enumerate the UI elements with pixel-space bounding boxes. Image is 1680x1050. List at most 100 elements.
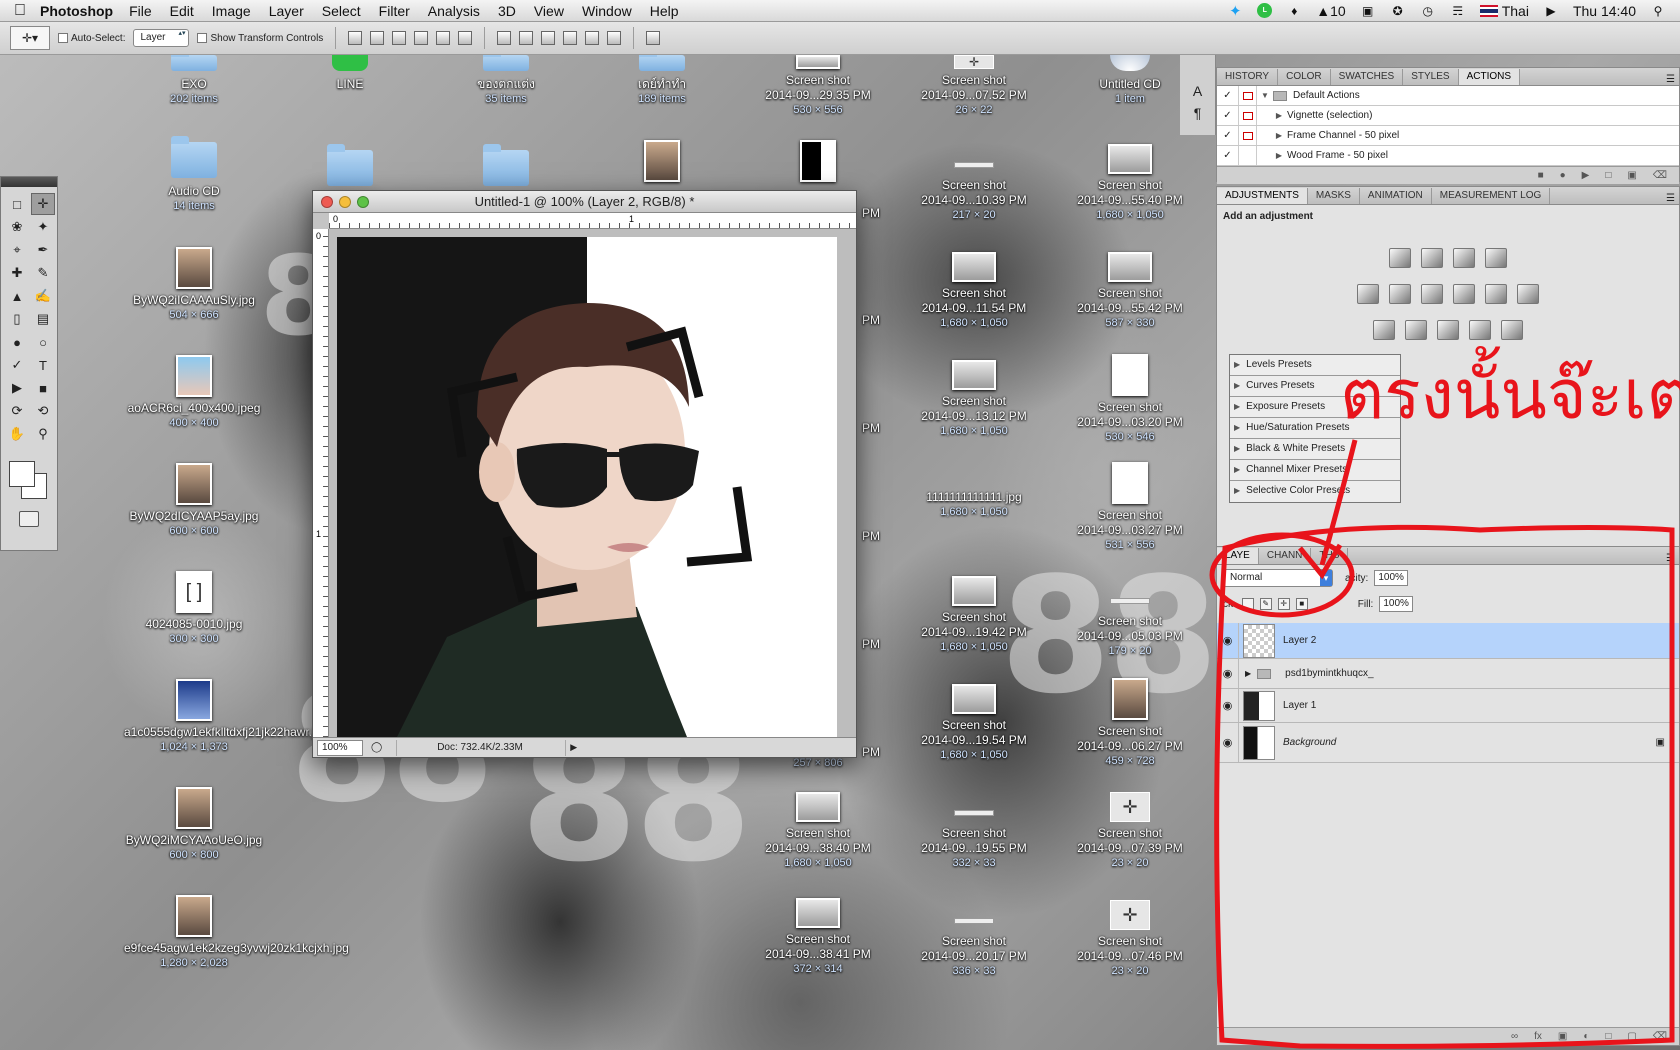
- vertical-ruler[interactable]: 0 1: [313, 229, 329, 737]
- document-size-info[interactable]: Doc: 732.4K/2.33M: [396, 739, 567, 756]
- notification-bell-icon[interactable]: ♦: [1286, 4, 1302, 18]
- preset-item[interactable]: ▶ Curves Presets: [1230, 376, 1400, 397]
- volume-icon[interactable]: ▶: [1543, 4, 1559, 18]
- distribute-left-icon[interactable]: [563, 31, 578, 45]
- desktop-icon-screenshot[interactable]: Screen shot 2014-09...13.12 PM 1,680 × 1,0…: [904, 360, 1044, 439]
- gradient-map-icon[interactable]: [1469, 320, 1491, 340]
- curves-icon[interactable]: [1453, 248, 1475, 268]
- new-group-icon[interactable]: □: [1605, 1031, 1611, 1042]
- app-menu[interactable]: Photoshop: [40, 3, 113, 19]
- hue-saturation-icon[interactable]: [1389, 284, 1411, 304]
- tab-color[interactable]: COLOR: [1278, 69, 1331, 85]
- opacity-field[interactable]: 100%: [1374, 570, 1409, 586]
- distribute-hcenter-icon[interactable]: [585, 31, 600, 45]
- action-toggle-checkbox[interactable]: ✓: [1217, 86, 1239, 105]
- panel-menu-icon[interactable]: ☰: [1666, 74, 1679, 85]
- preset-item[interactable]: ▶ Exposure Presets: [1230, 397, 1400, 418]
- display-icon[interactable]: ▣: [1360, 4, 1376, 18]
- menu-image[interactable]: Image: [212, 3, 251, 19]
- desktop-icon-image-file[interactable]: a1c0555dgw1ekfklltdxfj21jk22hawr.jpg 1,02…: [124, 679, 328, 755]
- fill-field[interactable]: 100%: [1379, 596, 1414, 612]
- desktop-icon-folder[interactable]: [280, 144, 420, 192]
- trash-icon[interactable]: ⌫: [1653, 170, 1667, 181]
- brightness-contrast-icon[interactable]: [1389, 248, 1411, 268]
- desktop-icon-screenshot[interactable]: Screen shot 2014-09...19.54 PM 1,680 × 1,0…: [904, 684, 1044, 763]
- link-layers-icon[interactable]: ∞: [1511, 1031, 1518, 1042]
- status-menu-arrow-icon[interactable]: ▶: [570, 742, 577, 753]
- apple-menu-icon[interactable]: : [0, 2, 40, 20]
- lock-all-icon[interactable]: ■: [1295, 598, 1308, 610]
- align-right-icon[interactable]: [458, 31, 473, 45]
- tab-actions[interactable]: ACTIONS: [1458, 69, 1521, 85]
- preset-item[interactable]: ▶ Hue/Saturation Presets: [1230, 418, 1400, 439]
- menu-select[interactable]: Select: [322, 3, 361, 19]
- action-toggle-checkbox[interactable]: ✓: [1217, 106, 1239, 125]
- tab-measurement-log[interactable]: MEASUREMENT LOG: [1432, 188, 1551, 204]
- layer-row[interactable]: ◉ Layer 2: [1217, 623, 1679, 659]
- color-balance-icon[interactable]: [1421, 284, 1443, 304]
- spotlight-search-icon[interactable]: ⚲: [1650, 4, 1666, 18]
- desktop-icon-audio-cd[interactable]: Audio CD 14 items: [124, 136, 264, 214]
- new-set-icon[interactable]: □: [1605, 170, 1611, 181]
- menu-layer[interactable]: Layer: [269, 3, 304, 19]
- desktop-icon-photo[interactable]: [592, 140, 732, 186]
- action-row[interactable]: ✓ ▶ Frame Channel - 50 pixel: [1217, 126, 1679, 146]
- adjustment-layer-icon[interactable]: ◐: [1583, 1031, 1589, 1042]
- desktop-icon-exo[interactable]: EXO 202 items: [124, 49, 264, 107]
- lock-image-icon[interactable]: ✎: [1259, 598, 1272, 610]
- document-titlebar[interactable]: Untitled-1 @ 100% (Layer 2, RGB/8) *: [313, 191, 856, 213]
- align-left-icon[interactable]: [414, 31, 429, 45]
- pen-tool-icon[interactable]: ✓: [5, 354, 29, 376]
- quick-mask-icon[interactable]: [19, 511, 39, 527]
- desktop-icon-screenshot[interactable]: Screen shot 2014-09...11.54 PM 1,680 × 1,0…: [904, 252, 1044, 331]
- 3d-orbit-tool-icon[interactable]: ⟲: [31, 400, 55, 422]
- adobe-badge[interactable]: ▲10: [1316, 3, 1345, 19]
- desktop-icon-thai-folder[interactable]: เดย์ทำทำ 189 items: [592, 49, 732, 107]
- tool-preset-picker[interactable]: ✛ ▾: [10, 26, 50, 50]
- new-layer-icon[interactable]: ▢: [1627, 1031, 1636, 1042]
- desktop-icon-screenshot[interactable]: Screen shot 2014-09...29.35 PM 530 × 556: [748, 55, 888, 118]
- align-top-icon[interactable]: [348, 31, 363, 45]
- preset-item[interactable]: ▶ Selective Color Presets: [1230, 481, 1400, 502]
- foreground-color-swatch[interactable]: [9, 461, 35, 487]
- desktop-icon-screenshot[interactable]: Screen shot 2014-09...03.20 PM 530 × 546: [1060, 354, 1200, 445]
- time-machine-icon[interactable]: ◷: [1420, 4, 1436, 18]
- move-tool-icon[interactable]: ✛: [31, 193, 55, 215]
- record-icon[interactable]: ●: [1560, 170, 1566, 181]
- action-toggle-checkbox[interactable]: ✓: [1217, 146, 1239, 165]
- desktop-icon-image-file[interactable]: 1111111111111.jpg 1,680 × 1,050: [904, 490, 1044, 520]
- dialog-toggle[interactable]: [1239, 86, 1257, 105]
- invert-icon[interactable]: [1373, 320, 1395, 340]
- layer-row[interactable]: ◉ Layer 1: [1217, 689, 1679, 723]
- action-toggle-checkbox[interactable]: ✓: [1217, 126, 1239, 145]
- menu-window[interactable]: Window: [582, 3, 632, 19]
- desktop-icon-image-file[interactable]: ByWQ2iMCYAAoUeO.jpg 600 × 800: [124, 787, 264, 863]
- distribute-vcenter-icon[interactable]: [519, 31, 534, 45]
- rectangle-tool-icon[interactable]: ■: [31, 377, 55, 399]
- threshold-icon[interactable]: [1437, 320, 1459, 340]
- magic-wand-tool-icon[interactable]: ✦: [31, 216, 55, 238]
- desktop-icon-decor-folder[interactable]: ของตกแต่ง 35 items: [436, 49, 576, 107]
- layer-visibility-eye-icon[interactable]: ◉: [1217, 689, 1239, 722]
- menu-3d[interactable]: 3D: [498, 3, 516, 19]
- path-selection-tool-icon[interactable]: ▶: [5, 377, 29, 399]
- blend-mode-dropdown[interactable]: Normal: [1223, 569, 1333, 587]
- preset-item[interactable]: ▶ Levels Presets: [1230, 355, 1400, 376]
- type-tool-icon[interactable]: T: [31, 354, 55, 376]
- blur-tool-icon[interactable]: ●: [5, 331, 29, 353]
- desktop-icon-screenshot[interactable]: Screen shot 2014-09...20.17 PM 336 × 33: [904, 906, 1044, 979]
- posterize-icon[interactable]: [1405, 320, 1427, 340]
- tab-styles[interactable]: STYLES: [1403, 69, 1459, 85]
- clock[interactable]: Thu 14:40: [1573, 3, 1636, 19]
- minimize-window-icon[interactable]: [339, 195, 351, 208]
- tab-paths[interactable]: THS: [1311, 548, 1349, 564]
- layer-group-row[interactable]: ◉ ▶ psd1bymintkhuqcx_: [1217, 659, 1679, 689]
- image-canvas[interactable]: [337, 237, 837, 737]
- show-transform-checkbox[interactable]: Show Transform Controls: [197, 33, 323, 44]
- zoom-tool-icon[interactable]: ⚲: [31, 423, 55, 445]
- input-source-menu[interactable]: Thai: [1479, 3, 1529, 19]
- tools-panel-titlebar[interactable]: [1, 177, 57, 187]
- align-hcenter-icon[interactable]: [436, 31, 451, 45]
- play-icon[interactable]: ▶: [1582, 170, 1590, 181]
- layer-style-icon[interactable]: fx: [1534, 1031, 1542, 1042]
